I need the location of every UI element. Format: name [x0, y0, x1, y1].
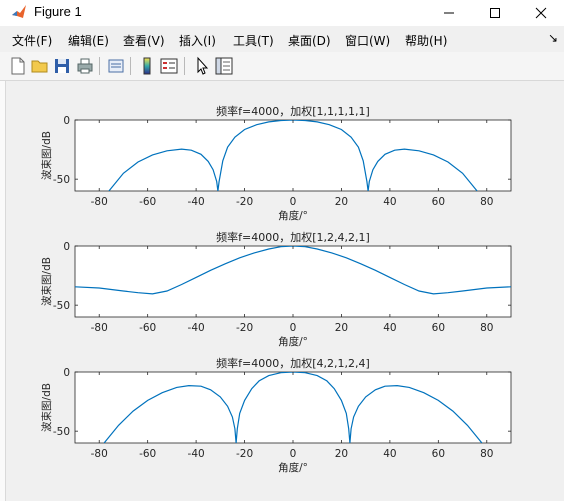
x-tick-label: 0: [290, 322, 297, 334]
y-tick-label: 0: [63, 241, 70, 253]
x-tick-label: -40: [188, 322, 205, 334]
y-tick-label: -50: [53, 300, 70, 312]
x-tick-label: 60: [432, 196, 445, 208]
y-axis-label: 波束图/dB: [40, 257, 53, 306]
x-tick-label: 40: [383, 196, 396, 208]
axes-box: [74, 119, 512, 192]
x-tick-label: 80: [480, 322, 493, 334]
x-tick-label: -60: [139, 322, 156, 334]
x-tick-label: -80: [91, 322, 108, 334]
y-tick-label: 0: [63, 115, 70, 127]
x-tick-label: 80: [480, 448, 493, 460]
x-axis-label: 角度/°: [278, 209, 308, 222]
x-tick-label: 20: [335, 196, 348, 208]
x-axis-label: 角度/°: [278, 335, 308, 348]
chart-title: 频率f=4000，加权[1,2,4,2,1]: [216, 230, 370, 244]
y-tick-label: 0: [63, 367, 70, 379]
axes-box: [74, 245, 512, 318]
x-tick-label: -20: [236, 448, 253, 460]
figure-canvas: -80 -60 -40 -20 0 20 40 60 80 0 -50 频率f=4000，加权[1,1…: [40, 104, 512, 474]
x-tick-label: 0: [290, 448, 297, 460]
y-axis-label: 波束图/dB: [40, 383, 53, 432]
y-tick-label: -50: [53, 426, 70, 438]
x-tick-label: -60: [139, 196, 156, 208]
x-tick-label: 60: [432, 322, 445, 334]
chart-title: 频率f=4000，加权[4,2,1,2,4]: [216, 356, 370, 370]
x-tick-label: 20: [335, 448, 348, 460]
x-tick-label: 80: [480, 196, 493, 208]
x-tick-label: 40: [383, 448, 396, 460]
axes-box: [74, 371, 512, 444]
x-axis-label: 角度/°: [278, 461, 308, 474]
y-tick-label: -50: [53, 174, 70, 186]
x-tick-label: 0: [290, 196, 297, 208]
x-tick-label: -40: [188, 448, 205, 460]
x-tick-label: -20: [236, 322, 253, 334]
x-tick-label: -20: [236, 196, 253, 208]
x-tick-label: -40: [188, 196, 205, 208]
x-tick-label: -80: [91, 448, 108, 460]
x-tick-label: 60: [432, 448, 445, 460]
x-tick-label: -80: [91, 196, 108, 208]
x-tick-label: 40: [383, 322, 396, 334]
x-tick-label: 20: [335, 322, 348, 334]
y-axis-label: 波束图/dB: [40, 131, 53, 180]
x-tick-label: -60: [139, 448, 156, 460]
chart-title: 频率f=4000，加权[1,1,1,1,1]: [216, 104, 370, 118]
